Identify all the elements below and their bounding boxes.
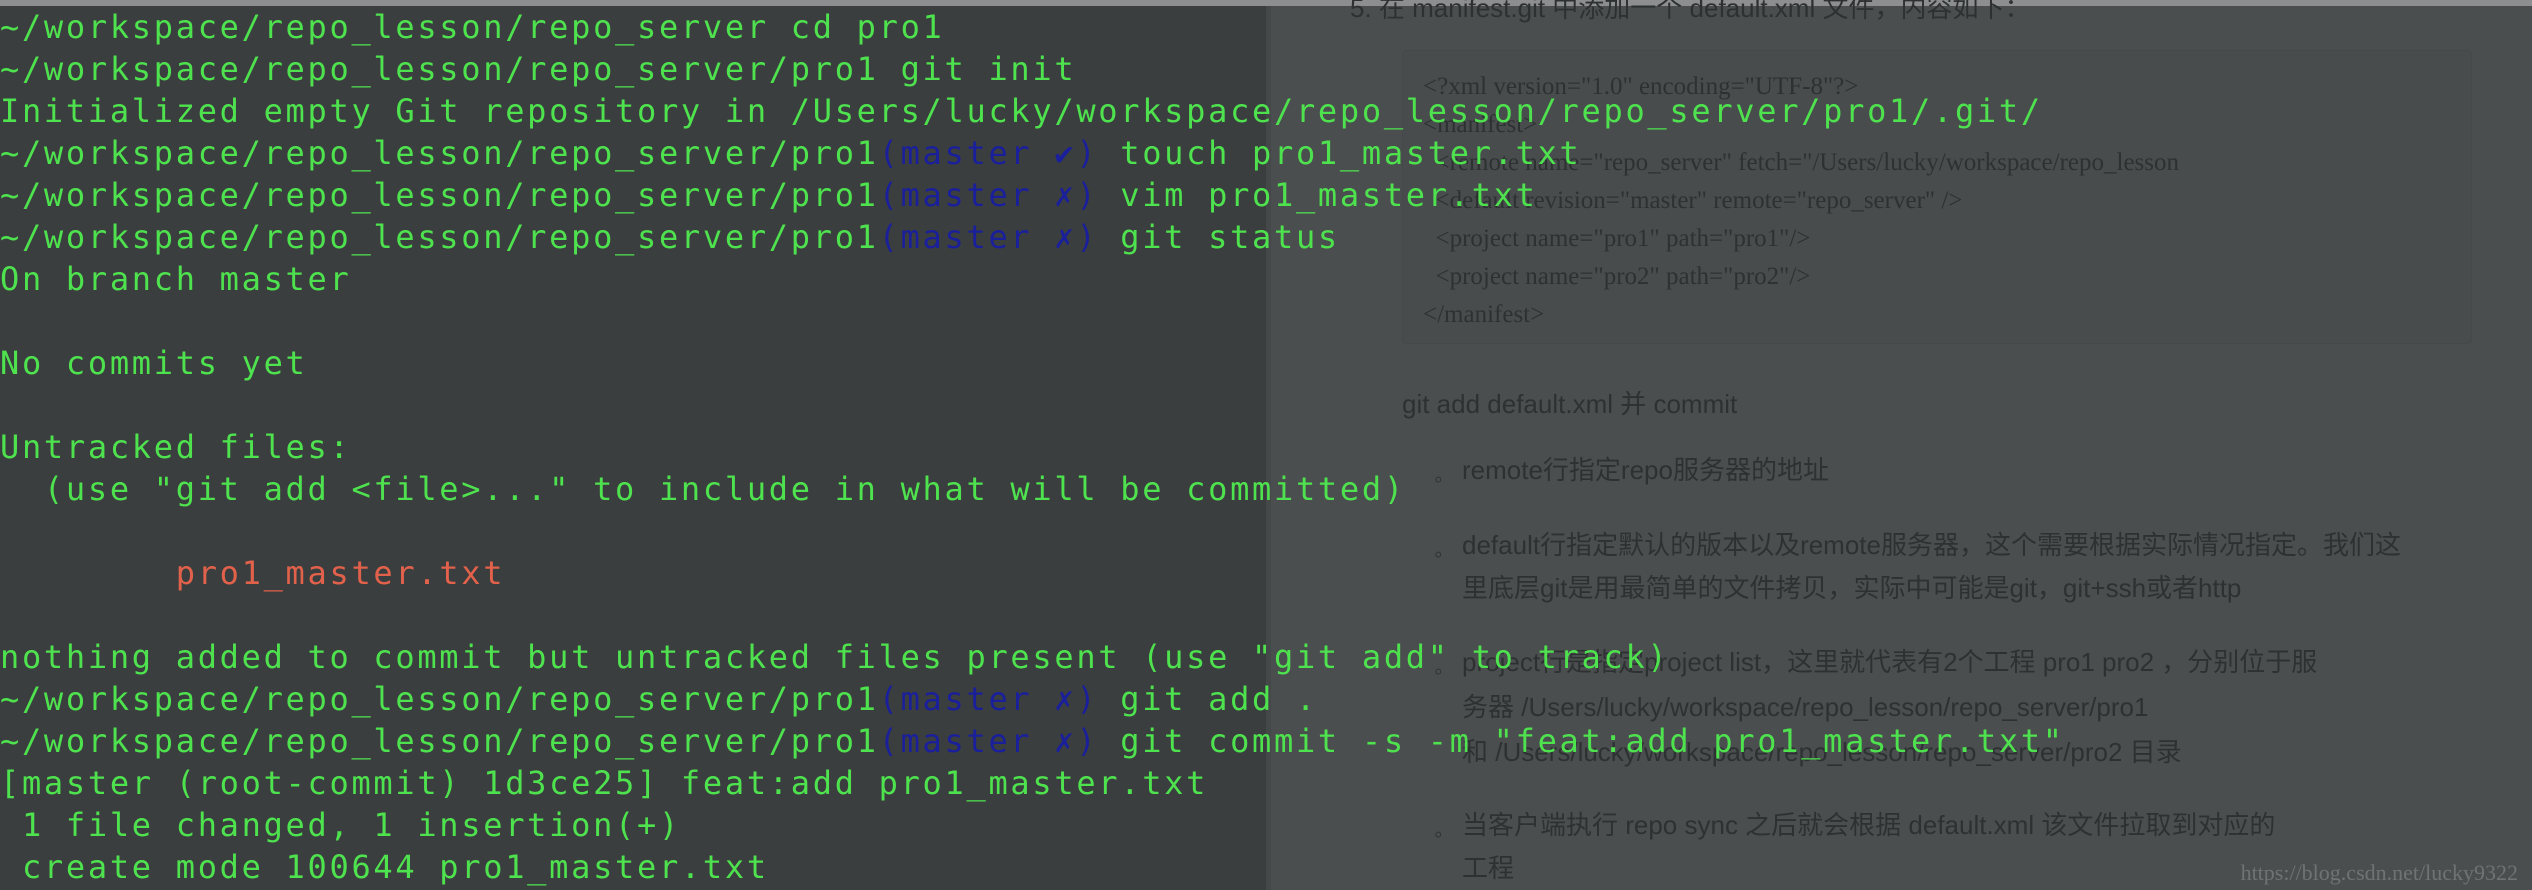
terminal-text: ~/workspace/repo_lesson/repo_server/pro1 <box>0 722 879 760</box>
terminal-window[interactable]: ~/workspace/repo_lesson/repo_server cd p… <box>0 6 2062 890</box>
terminal-text: ~/workspace/repo_lesson/repo_server cd p… <box>0 8 945 46</box>
terminal-line: Untracked files: <box>0 426 1266 468</box>
terminal-text: [master (root-commit) 1d3ce25] feat:add … <box>0 764 1209 802</box>
terminal-line: ~/workspace/repo_lesson/repo_server/pro1… <box>0 132 1579 174</box>
terminal-line: On branch master <box>0 258 1266 300</box>
commit-note: git add default.xml 并 commit <box>1402 389 1738 419</box>
terminal-line: (use "git add <file>..." to include in w… <box>0 468 1403 510</box>
terminal-line: Initialized empty Git repository in /Use… <box>0 90 2040 132</box>
code-line: <project name="pro2" path="pro2"/> <box>1423 263 1811 290</box>
terminal-text: git commit -s -m "feat:add pro1_master.t… <box>1098 722 2065 760</box>
bullet-text: 里底层git是用最简单的文件拷贝，实际中可能是git，git+ssh或者http <box>1462 573 2242 603</box>
terminal-text: vim pro1_master.txt <box>1098 176 1538 214</box>
git-branch-status: (master ✗) <box>878 218 1099 256</box>
terminal-text: git add . <box>1098 680 1318 718</box>
terminal-text: nothing added to commit but untracked fi… <box>0 638 1670 676</box>
terminal-text: ~/workspace/repo_lesson/repo_server/pro1 <box>0 680 879 718</box>
terminal-line: ~/workspace/repo_lesson/repo_server/pro1… <box>0 678 1315 720</box>
terminal-text: Untracked files: <box>0 428 352 466</box>
terminal-text: (use "git add <file>..." to include in w… <box>0 470 1406 508</box>
terminal-text: No commits yet <box>0 344 308 382</box>
terminal-text: ~/workspace/repo_lesson/repo_server/pro1 <box>0 134 879 172</box>
watermark: https://blog.csdn.net/lucky9322 <box>2240 860 2518 885</box>
bullet-icon: ◦ <box>1434 466 1443 493</box>
terminal-text: ~/workspace/repo_lesson/repo_server/pro1… <box>0 50 1077 88</box>
terminal-text: On branch master <box>0 260 352 298</box>
git-branch-status: (master ✗) <box>878 722 1099 760</box>
terminal-line: ~/workspace/repo_lesson/repo_server/pro1… <box>0 174 1535 216</box>
terminal-line: nothing added to commit but untracked fi… <box>0 636 1667 678</box>
terminal-text: create mode 100644 pro1_master.txt <box>0 848 769 886</box>
terminal-line: ~/workspace/repo_lesson/repo_server/pro1… <box>0 48 1266 90</box>
terminal-line: [master (root-commit) 1d3ce25] feat:add … <box>0 762 1266 804</box>
terminal-line: ~/workspace/repo_lesson/repo_server cd p… <box>0 6 1266 48</box>
terminal-text: Initialized empty Git repository in /Use… <box>0 92 2043 130</box>
terminal-text: 1 file changed, 1 insertion(+) <box>0 806 681 844</box>
terminal-line: pro1_master.txt <box>0 552 1266 594</box>
git-branch-status: (master ✔) <box>878 134 1099 172</box>
terminal-text: ~/workspace/repo_lesson/repo_server/pro1 <box>0 218 879 256</box>
code-line: </manifest> <box>1423 301 1545 328</box>
bullet-text: 当客户端执行 repo sync 之后就会根据 default.xml 该文件拉… <box>1462 810 2276 840</box>
terminal-text: ~/workspace/repo_lesson/repo_server/pro1 <box>0 176 879 214</box>
terminal-line: create mode 100644 pro1_master.txt <box>0 846 1266 888</box>
bullet-text: default行指定默认的版本以及remote服务器，这个需要根据实际情况指定。… <box>1462 530 2401 560</box>
bullet-text: remote行指定repo服务器的地址 <box>1462 455 1829 485</box>
bullet-text: 工程 <box>1462 853 1515 883</box>
untracked-file: pro1_master.txt <box>0 554 506 592</box>
git-branch-status: (master ✗) <box>878 176 1099 214</box>
terminal-line: ~/workspace/repo_lesson/repo_server/pro1… <box>0 720 2062 762</box>
bullet-icon: ◦ <box>1434 821 1443 848</box>
bullet-text: 务器 /Users/lucky/workspace/repo_lesson/re… <box>1462 692 2149 722</box>
code-line: <project name="pro1" path="pro1"/> <box>1423 225 1811 252</box>
terminal-text: git status <box>1098 218 1340 256</box>
git-branch-status: (master ✗) <box>878 680 1099 718</box>
terminal-line: No commits yet <box>0 342 1266 384</box>
terminal-text: touch pro1_master.txt <box>1098 134 1582 172</box>
terminal-line: ~/workspace/repo_lesson/repo_server/pro1… <box>0 216 1337 258</box>
bullet-icon: ◦ <box>1434 541 1443 568</box>
terminal-line: 1 file changed, 1 insertion(+) <box>0 804 1266 846</box>
article-step-heading: 5. 在 manifest.git 中添加一个 default.xml 文件，内… <box>1350 0 2031 23</box>
